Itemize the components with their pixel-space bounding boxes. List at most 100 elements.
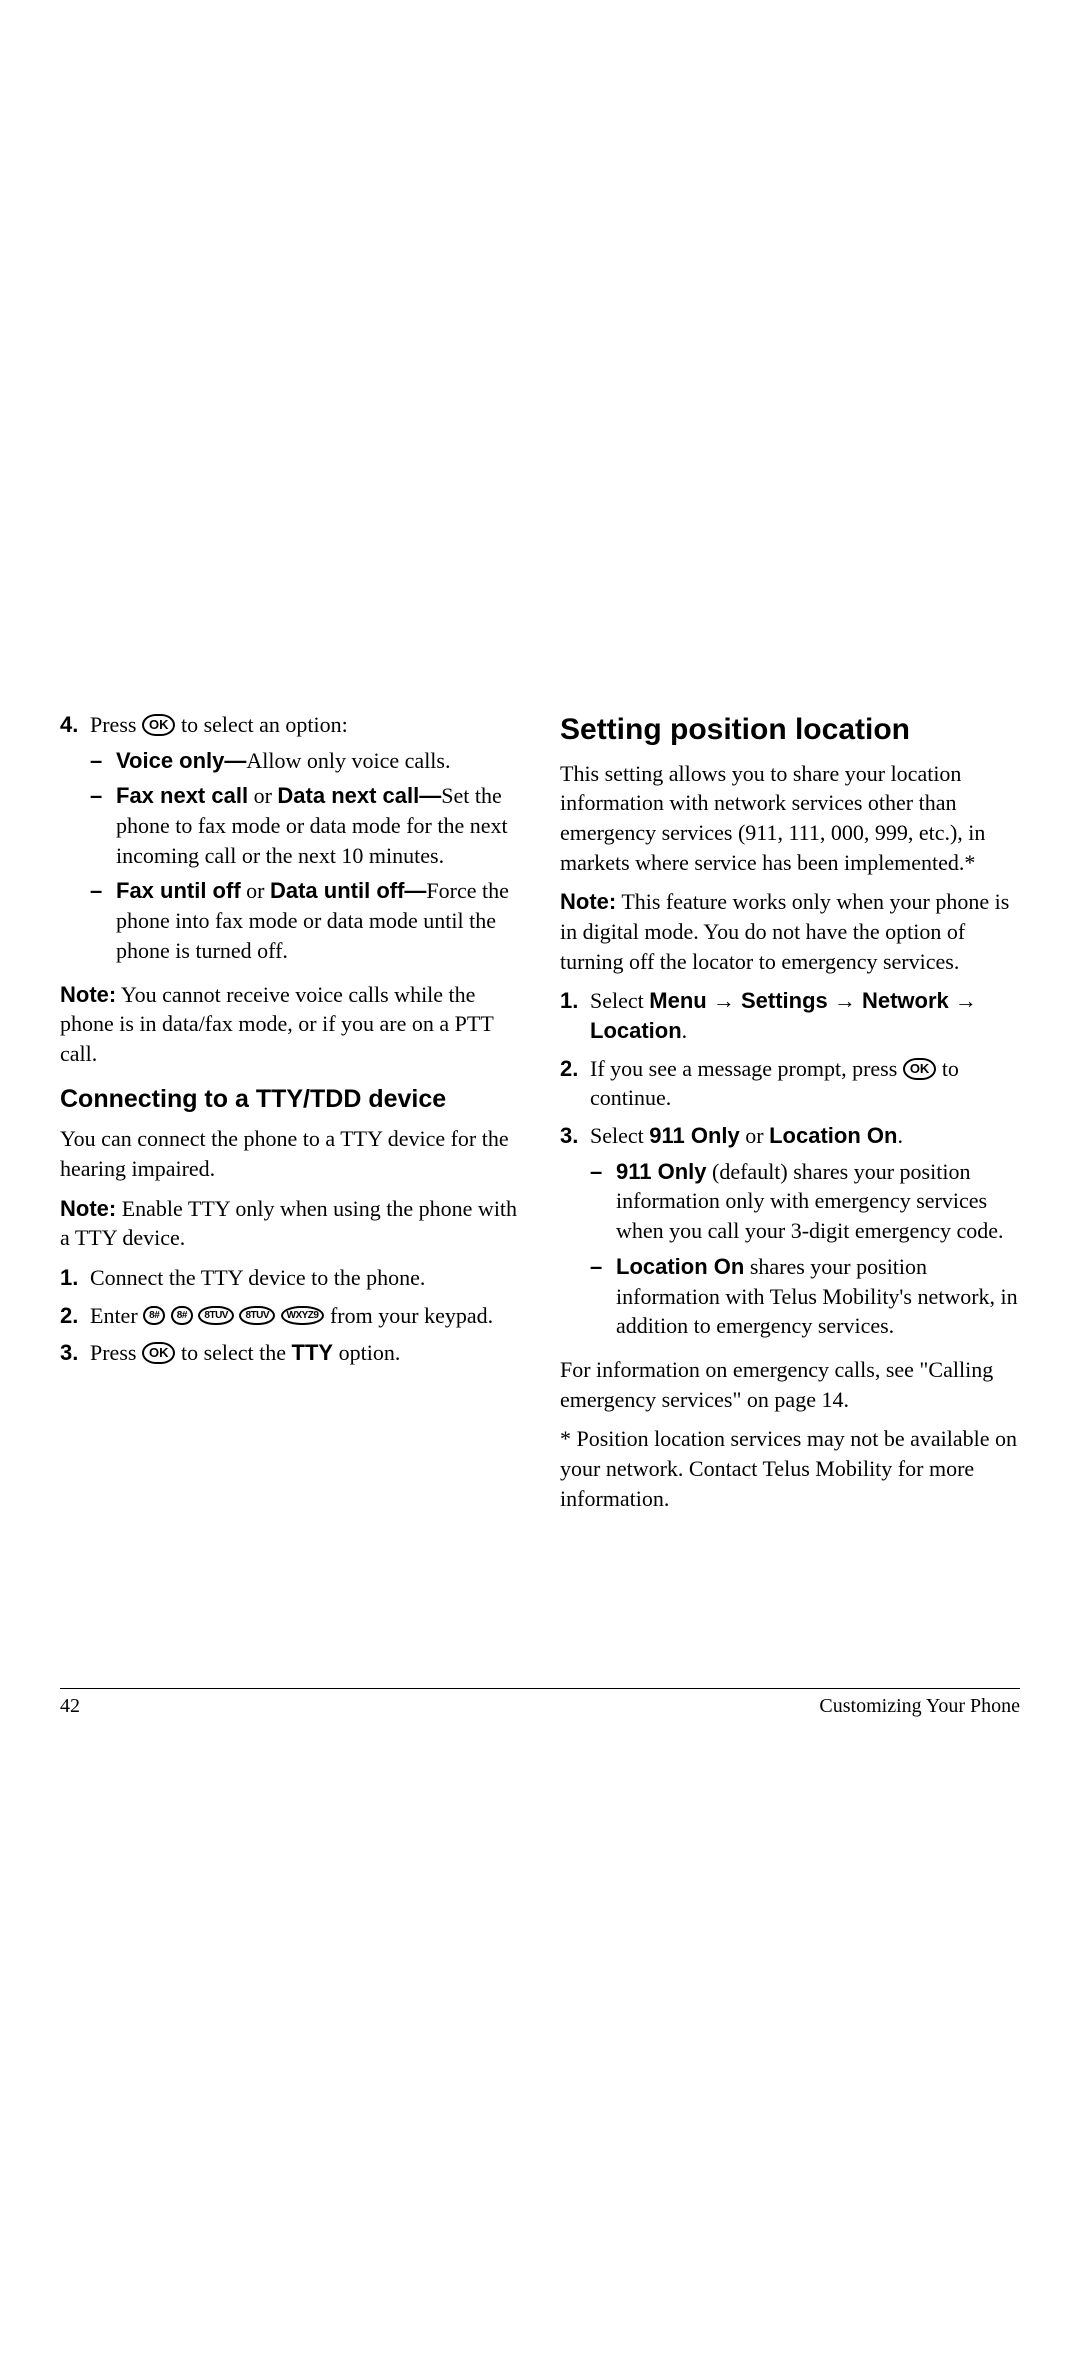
paragraph: This setting allows you to share your lo…	[560, 759, 1020, 878]
text: .	[897, 1123, 903, 1148]
step-body: Connect the TTY device to the phone.	[90, 1263, 520, 1293]
note-paragraph: Note: This feature works only when your …	[560, 887, 1020, 976]
sub-body: Fax until off or Data until off—Force th…	[116, 876, 520, 965]
step-body: If you see a message prompt, press OK to…	[590, 1054, 1020, 1113]
step-marker: 1.	[560, 986, 590, 1045]
text: or	[248, 783, 277, 808]
text: Press	[90, 712, 142, 737]
sub-body: 911 Only (default) shares your position …	[616, 1157, 1020, 1246]
bold: 911 Only	[649, 1123, 740, 1148]
text: Press	[90, 1340, 142, 1365]
sublist: – Voice only—Allow only voice calls. – F…	[90, 746, 520, 966]
bold: Data until off—	[270, 878, 426, 903]
note-paragraph: Note: Enable TTY only when using the pho…	[60, 1194, 520, 1253]
page-number: 42	[60, 1695, 80, 1718]
sub-item: – Location On shares your position infor…	[590, 1252, 1020, 1341]
text: from your keypad.	[324, 1303, 493, 1328]
note-label: Note:	[60, 982, 116, 1007]
paragraph: You can connect the phone to a TTY devic…	[60, 1124, 520, 1183]
paragraph: * Position location services may not be …	[560, 1424, 1020, 1513]
step-2: 2. If you see a message prompt, press OK…	[560, 1054, 1020, 1113]
text: to select an option:	[175, 712, 347, 737]
sub-item: – Voice only—Allow only voice calls.	[90, 746, 520, 776]
bold: Location On	[769, 1123, 897, 1148]
ok-icon: OK	[142, 1342, 176, 1364]
arrow-icon: →	[949, 988, 977, 1013]
text: Select	[590, 1123, 649, 1148]
step-body: Select Menu → Settings → Network → Locat…	[590, 986, 1020, 1045]
step-1: 1. Select Menu → Settings → Network → Lo…	[560, 986, 1020, 1045]
keypad-icon: 8TUV	[198, 1306, 234, 1325]
step-body: Select 911 Only or Location On. – 911 On…	[590, 1121, 1020, 1347]
page-content: 4. Press OK to select an option: – Voice…	[60, 710, 1020, 1523]
step-marker: 3.	[60, 1338, 90, 1368]
ok-icon: OK	[142, 714, 176, 736]
step-3: 3. Press OK to select the TTY option.	[60, 1338, 520, 1368]
note-body: This feature works only when your phone …	[560, 889, 1009, 973]
step-body: Press OK to select the TTY option.	[90, 1338, 520, 1368]
text: Enter	[90, 1303, 143, 1328]
text: Select	[590, 988, 649, 1013]
sub-body: Voice only—Allow only voice calls.	[116, 746, 520, 776]
note-label: Note:	[560, 889, 616, 914]
step-2: 2. Enter 8# 8# 8TUV 8TUV WXYZ9 from your…	[60, 1301, 520, 1331]
dash-marker: –	[90, 746, 116, 776]
step-marker: 1.	[60, 1263, 90, 1293]
bold: Fax until off	[116, 878, 241, 903]
page-footer: 42 Customizing Your Phone	[60, 1688, 1020, 1718]
note-body: Enable TTY only when using the phone wit…	[60, 1196, 517, 1251]
note-paragraph: Note: You cannot receive voice calls whi…	[60, 980, 520, 1069]
text: .	[682, 1018, 688, 1043]
arrow-icon: →	[828, 988, 862, 1013]
bold: Fax next call	[116, 783, 248, 808]
text: If you see a message prompt, press	[590, 1056, 903, 1081]
sublist: – 911 Only (default) shares your positio…	[590, 1157, 1020, 1341]
step-list: 1. Select Menu → Settings → Network → Lo…	[560, 986, 1020, 1347]
note-body: You cannot receive voice calls while the…	[60, 982, 493, 1066]
text: or	[740, 1123, 769, 1148]
step-4: 4. Press OK to select an option: – Voice…	[60, 710, 520, 972]
right-column: Setting position location This setting a…	[560, 710, 1020, 1523]
ok-icon: OK	[903, 1058, 937, 1080]
step-marker: 2.	[60, 1301, 90, 1331]
step-body: Enter 8# 8# 8TUV 8TUV WXYZ9 from your ke…	[90, 1301, 520, 1331]
note-label: Note:	[60, 1196, 116, 1221]
dash-marker: –	[590, 1157, 616, 1246]
text: to select the	[175, 1340, 291, 1365]
arrow-icon: →	[707, 988, 741, 1013]
step-body: Press OK to select an option: – Voice on…	[90, 710, 520, 972]
chapter-title: Customizing Your Phone	[819, 1695, 1020, 1718]
step-list-continued: 4. Press OK to select an option: – Voice…	[60, 710, 520, 972]
text: option.	[333, 1340, 400, 1365]
keypad-icon: 8#	[143, 1306, 165, 1325]
sub-item: – Fax until off or Data until off—Force …	[90, 876, 520, 965]
keypad-icon: 8#	[171, 1306, 193, 1325]
left-column: 4. Press OK to select an option: – Voice…	[60, 710, 520, 1523]
dash-marker: –	[90, 876, 116, 965]
paragraph: For information on emergency calls, see …	[560, 1355, 1020, 1414]
bold: Location	[590, 1018, 682, 1043]
keypad-icon: WXYZ9	[281, 1306, 325, 1325]
sub-body: Fax next call or Data next call—Set the …	[116, 781, 520, 870]
step-list: 1. Connect the TTY device to the phone. …	[60, 1263, 520, 1368]
keypad-icon: 8TUV	[239, 1306, 275, 1325]
bold: Network	[862, 988, 949, 1013]
bold: Data next call—	[277, 783, 441, 808]
dash-marker: –	[90, 781, 116, 870]
text: Allow only voice calls.	[246, 748, 450, 773]
sub-item: – Fax next call or Data next call—Set th…	[90, 781, 520, 870]
step-1: 1. Connect the TTY device to the phone.	[60, 1263, 520, 1293]
bold: Location On	[616, 1254, 744, 1279]
sub-body: Location On shares your position informa…	[616, 1252, 1020, 1341]
text: or	[241, 878, 270, 903]
bold: TTY	[292, 1340, 334, 1365]
bold: 911 Only	[616, 1159, 707, 1184]
step-marker: 2.	[560, 1054, 590, 1113]
subsection-heading: Connecting to a TTY/TDD device	[60, 1083, 520, 1117]
bold: Settings	[741, 988, 828, 1013]
dash-marker: –	[590, 1252, 616, 1341]
step-marker: 4.	[60, 710, 90, 972]
bold: Voice only—	[116, 748, 246, 773]
section-heading: Setting position location	[560, 710, 1020, 751]
step-marker: 3.	[560, 1121, 590, 1347]
